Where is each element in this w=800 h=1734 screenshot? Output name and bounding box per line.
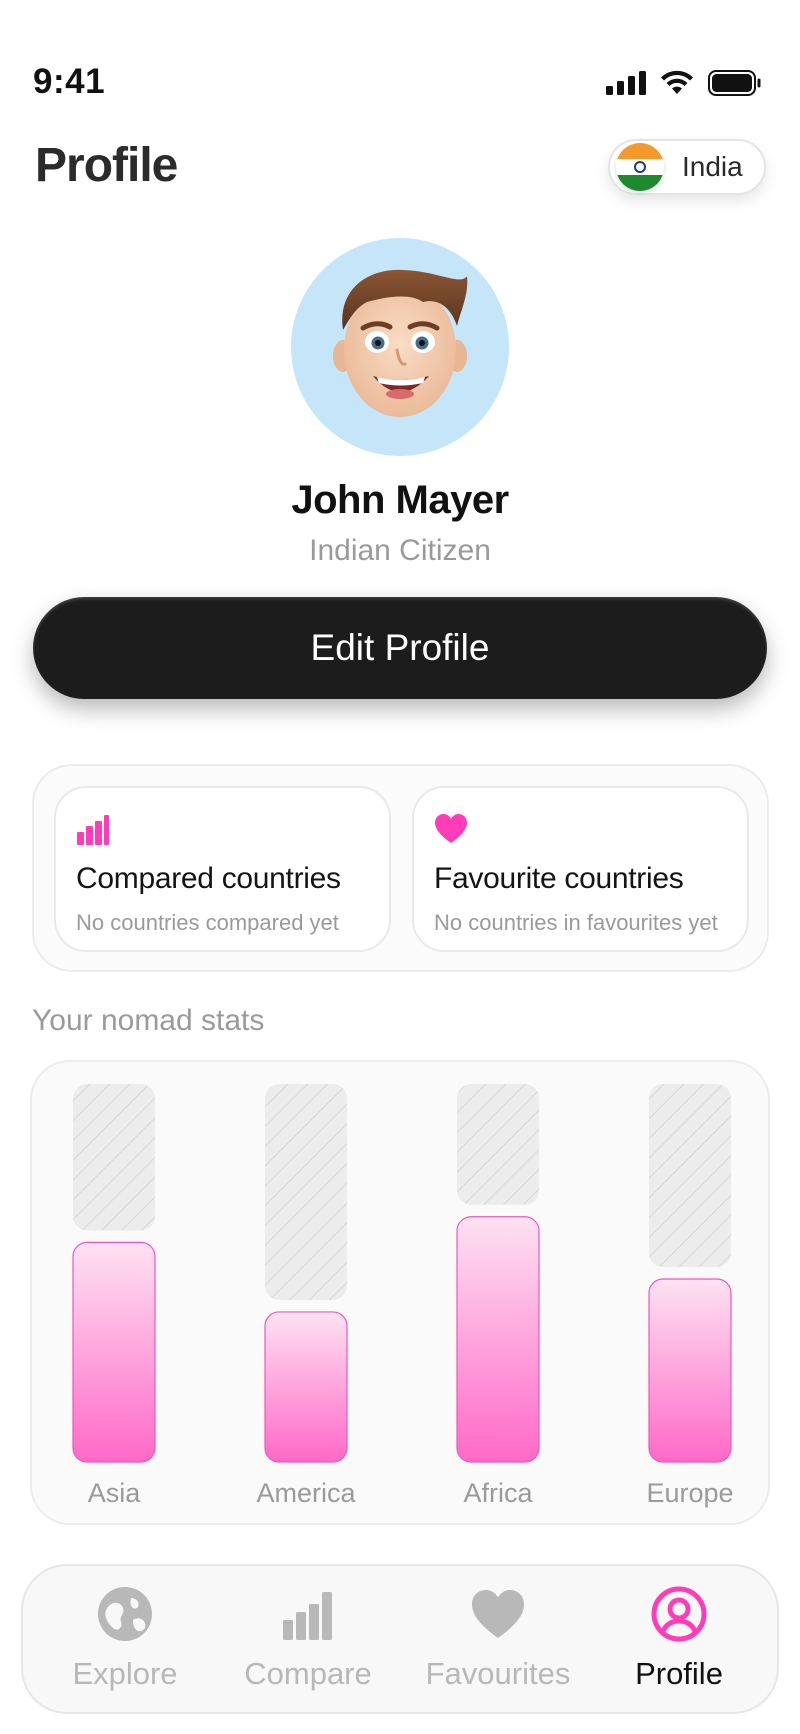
stats-category-label: America <box>256 1478 356 1508</box>
heart-icon <box>435 814 467 843</box>
favourite-countries-subtitle: No countries in favourites yet <box>434 910 718 935</box>
tab-favourites-label: Favourites <box>425 1656 571 1691</box>
stats-bar-remaining <box>73 1084 155 1231</box>
stats-bar <box>72 1241 156 1463</box>
stats-bar-group: Africa <box>456 1084 540 1508</box>
activity-summary-card: Compared countries No countries compared… <box>32 764 769 972</box>
tab-compare[interactable]: Compare <box>218 1586 398 1696</box>
stats-category-label: Europe <box>646 1478 733 1508</box>
stats-bar <box>456 1216 540 1463</box>
stats-category-label: Asia <box>88 1478 142 1508</box>
country-selector-chip[interactable]: India <box>608 139 766 195</box>
tab-profile[interactable]: Profile <box>589 1586 769 1696</box>
favourite-countries-card[interactable]: Favourite countries No countries in favo… <box>412 786 749 952</box>
bar-chart-icon <box>283 1592 332 1640</box>
tab-favourites[interactable]: Favourites <box>408 1586 588 1696</box>
globe-icon <box>98 1587 152 1641</box>
stats-chart-svg: Asia America Africa Europe <box>72 1084 734 1508</box>
stats-bar <box>648 1278 732 1463</box>
tab-profile-label: Profile <box>635 1656 723 1691</box>
tab-compare-label: Compare <box>244 1656 372 1691</box>
avatar <box>291 238 509 456</box>
tab-explore[interactable]: Explore <box>35 1586 215 1696</box>
stats-bar-group: Asia <box>72 1084 156 1508</box>
page-title: Profile <box>35 139 178 192</box>
stats-bar-remaining <box>457 1084 539 1205</box>
favourite-countries-title: Favourite countries <box>434 862 684 895</box>
bar-chart-icon <box>77 815 109 845</box>
status-time: 9:41 <box>33 62 106 101</box>
stats-bar-remaining <box>649 1084 731 1267</box>
wifi-icon <box>661 70 693 94</box>
cellular-signal-icon <box>606 71 646 95</box>
stats-category-label: Africa <box>463 1478 533 1508</box>
user-circle-icon <box>651 1586 707 1642</box>
heart-icon <box>472 1590 524 1638</box>
country-chip-label: India <box>682 151 743 182</box>
memoji-avatar-icon <box>333 269 468 417</box>
compared-countries-card[interactable]: Compared countries No countries compared… <box>54 786 391 952</box>
tab-bar: Explore Compare Favourites Profile <box>21 1564 779 1714</box>
stats-bar-remaining <box>265 1084 347 1300</box>
user-citizenship: Indian Citizen <box>309 534 491 567</box>
india-flag-icon <box>616 143 664 191</box>
status-icons <box>606 70 762 96</box>
user-name: John Mayer <box>291 478 509 522</box>
compared-countries-subtitle: No countries compared yet <box>76 910 339 935</box>
compared-countries-title: Compared countries <box>76 862 341 895</box>
stats-bar-group: America <box>256 1084 356 1508</box>
nomad-stats-chart: Asia America Africa Europe <box>30 1060 770 1525</box>
nomad-stats-label: Your nomad stats <box>32 1004 265 1037</box>
tab-explore-label: Explore <box>72 1656 178 1691</box>
stats-bar <box>264 1311 348 1463</box>
edit-profile-button[interactable]: Edit Profile <box>33 597 767 699</box>
stats-bar-group: Europe <box>646 1084 734 1508</box>
battery-icon <box>708 70 761 96</box>
